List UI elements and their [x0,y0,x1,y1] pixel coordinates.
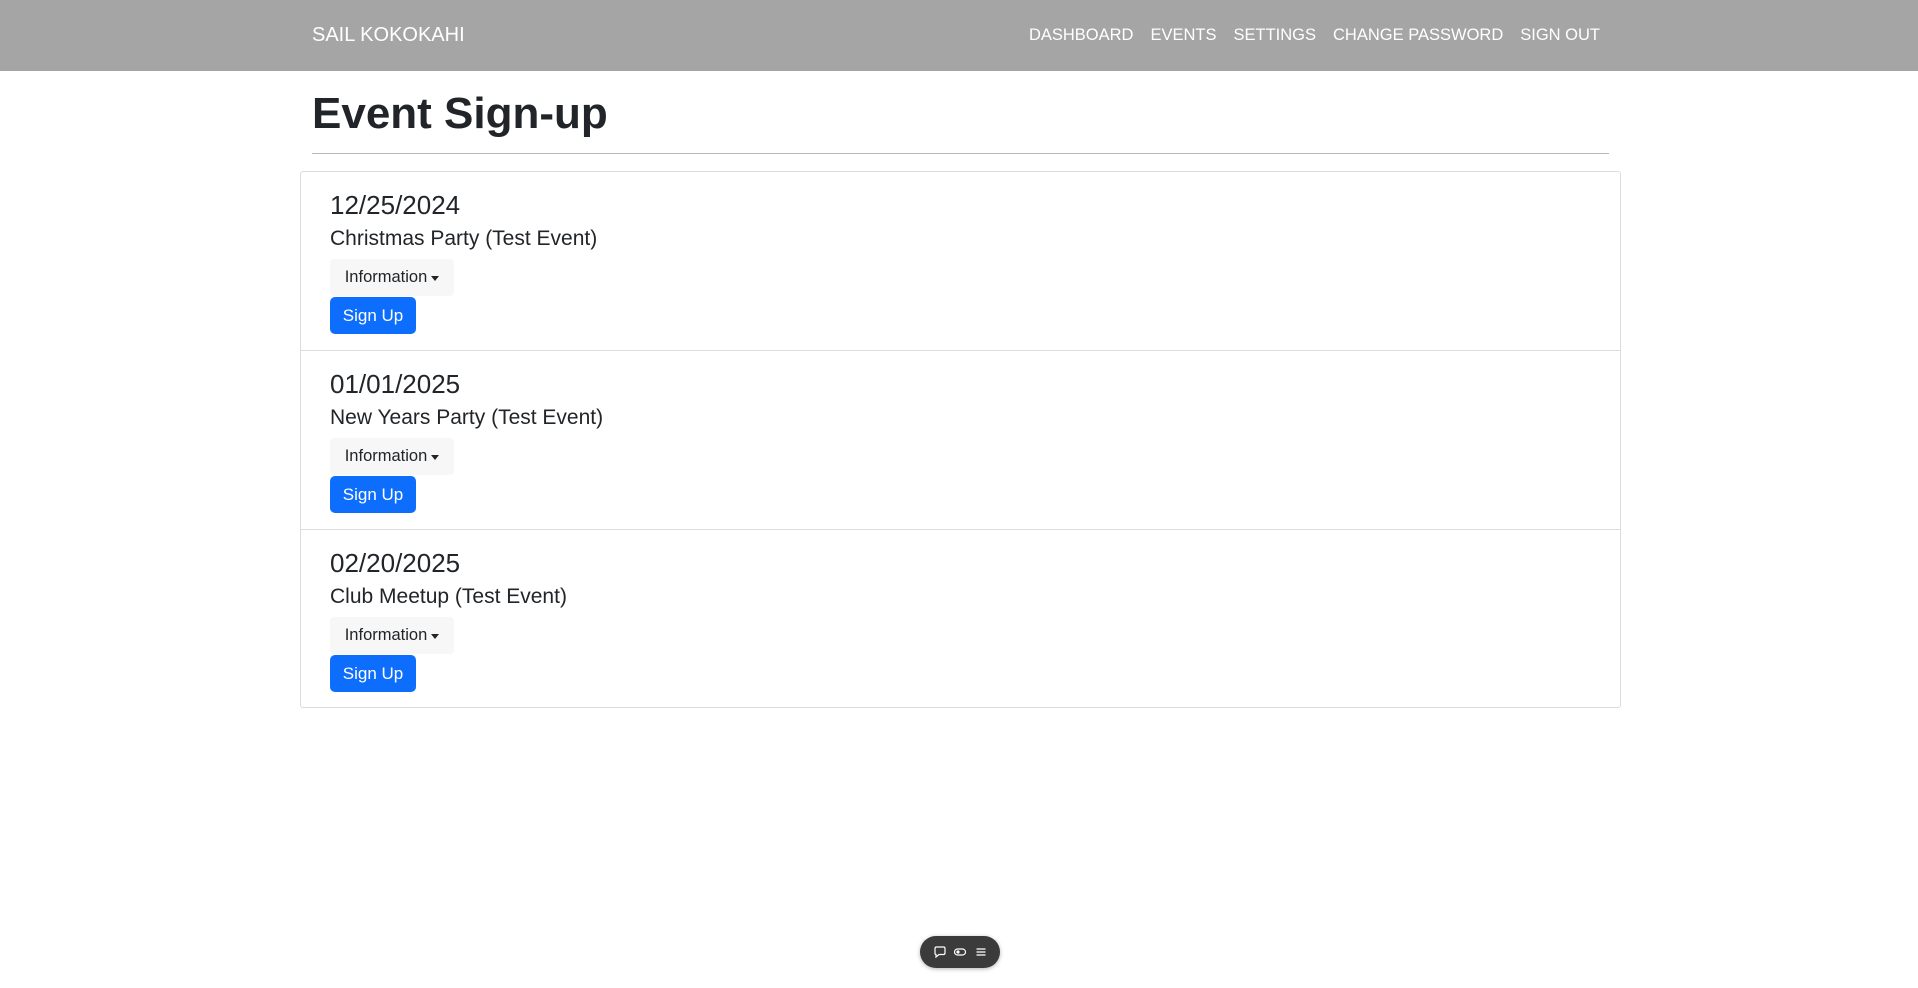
caret-down-icon [431,455,440,460]
information-dropdown-button[interactable]: Information [330,438,454,475]
event-card: 02/20/2025 Club Meetup (Test Event) Info… [301,530,1620,707]
information-label: Information [344,447,428,465]
brand-link[interactable]: SAIL KOKOKAHI [312,22,465,48]
caret-down-icon [431,276,440,281]
title-divider [312,153,1609,154]
information-label: Information [344,268,428,286]
event-date: 01/01/2025 [330,369,461,399]
floating-toolbar [920,936,1000,968]
nav-events-link[interactable]: EVENTS [1150,24,1216,46]
event-date: 12/25/2024 [330,190,461,220]
nav-change-password-link[interactable]: CHANGE PASSWORD [1333,24,1503,46]
event-date: 02/20/2025 [330,548,461,578]
toggle-icon[interactable] [953,945,967,959]
event-card: 01/01/2025 New Years Party (Test Event) … [301,351,1620,530]
top-navbar: SAIL KOKOKAHI DASHBOARD EVENTS SETTINGS … [0,0,1918,71]
sign-up-button[interactable]: Sign Up [330,297,416,334]
sign-up-button[interactable]: Sign Up [330,476,416,513]
nav-settings-link[interactable]: SETTINGS [1234,24,1317,46]
event-name: Club Meetup (Test Event) [330,585,567,608]
information-dropdown-button[interactable]: Information [330,259,454,296]
menu-icon[interactable] [974,945,988,959]
event-card: 12/25/2024 Christmas Party (Test Event) … [301,172,1620,351]
nav-sign-out-link[interactable]: SIGN OUT [1520,24,1600,46]
nav-dashboard-link[interactable]: DASHBOARD [1029,24,1134,46]
information-dropdown-button[interactable]: Information [330,617,454,654]
sign-up-button[interactable]: Sign Up [330,655,416,692]
caret-down-icon [431,634,440,639]
event-list: 12/25/2024 Christmas Party (Test Event) … [300,171,1621,708]
page-title: Event Sign-up [312,89,608,138]
event-name: Christmas Party (Test Event) [330,227,598,250]
information-label: Information [344,626,428,644]
nav-links: DASHBOARD EVENTS SETTINGS CHANGE PASSWOR… [1029,24,1600,46]
event-name: New Years Party (Test Event) [330,406,604,429]
comment-icon[interactable] [933,945,947,959]
